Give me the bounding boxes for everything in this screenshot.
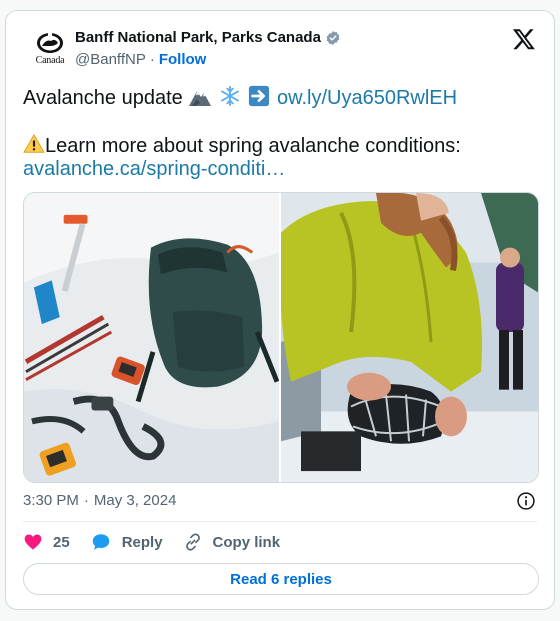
- actions-divider: [23, 521, 537, 522]
- info-icon[interactable]: [516, 491, 536, 511]
- tweet-line-2: Learn more about spring avalanche condit…: [23, 133, 461, 158]
- snowflake-emoji-icon: [220, 85, 239, 107]
- author-handle-row: @BanffNP · Follow: [75, 51, 206, 68]
- tweet-timestamp[interactable]: 3:30 PM · May 3, 2024: [23, 492, 176, 509]
- verified-badge-icon: [326, 30, 340, 45]
- copy-link-button[interactable]: Copy link: [183, 532, 281, 552]
- reply-button[interactable]: Reply: [90, 531, 163, 553]
- tweet-link-owly[interactable]: ow.ly/Uya650RwlEH: [277, 87, 457, 109]
- person-crampons-photo-illustration: [281, 193, 538, 482]
- speech-bubble-icon: [92, 534, 109, 550]
- link-icon: [185, 533, 200, 551]
- follow-button[interactable]: Follow: [159, 51, 207, 68]
- tweet-line-3: avalanche.ca/spring-conditi…: [23, 157, 285, 181]
- author-name-row[interactable]: Banff National Park, Parks Canada: [75, 29, 341, 46]
- right-arrow-emoji-icon: [249, 85, 270, 107]
- reply-label: Reply: [121, 533, 163, 551]
- x-logo-icon[interactable]: [512, 27, 536, 51]
- author-name[interactable]: Banff National Park, Parks Canada: [75, 29, 321, 46]
- timestamp-separator: ·: [83, 492, 89, 509]
- tweet-date: May 3, 2024: [93, 492, 177, 509]
- mountain-emoji-icon: [189, 91, 212, 106]
- author-handle[interactable]: @BanffNP: [75, 51, 146, 68]
- parks-canada-beaver-logo-icon: [37, 33, 63, 53]
- tweet-link-avalanche-ca[interactable]: avalanche.ca/spring-conditi…: [23, 158, 285, 180]
- warning-emoji-icon: [23, 134, 45, 153]
- tweet-actions: 25 Reply Copy link: [23, 531, 300, 553]
- separator-dot: ·: [149, 51, 155, 68]
- heart-icon: [24, 534, 42, 550]
- copy-link-label: Copy link: [212, 533, 281, 551]
- tweet-line-1: Avalanche update ow.ly/Uya650RwlEH: [23, 85, 457, 110]
- tweet-text-learn-more: Learn more about spring avalanche condit…: [45, 135, 461, 157]
- tweet-time: 3:30 PM: [23, 492, 79, 509]
- logo-wordmark: Canada: [35, 55, 65, 66]
- avalanche-gear-photo-illustration: [24, 193, 279, 482]
- photo-person-with-crampons[interactable]: [281, 193, 538, 482]
- photo-avalanche-gear[interactable]: [24, 193, 281, 482]
- tweet-media-grid[interactable]: [23, 192, 539, 483]
- read-replies-button[interactable]: Read 6 replies: [23, 563, 539, 595]
- author-avatar[interactable]: Canada: [28, 31, 72, 75]
- tweet-card: Canada Banff National Park, Parks Canada…: [5, 10, 555, 610]
- tweet-text-avalanche-update: Avalanche update: [23, 87, 183, 109]
- likes-count: 25: [53, 533, 70, 551]
- like-button[interactable]: 25: [23, 532, 70, 552]
